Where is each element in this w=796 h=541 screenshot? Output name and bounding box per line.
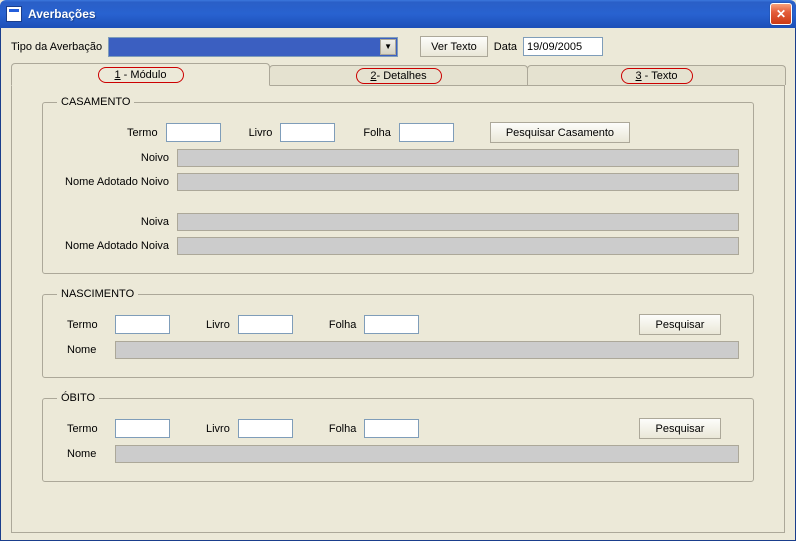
- casamento-termo-input[interactable]: [166, 123, 221, 142]
- termo-label: Termo: [67, 319, 107, 331]
- nascimento-legend: NASCIMENTO: [57, 288, 138, 300]
- nascimento-folha-input[interactable]: [364, 315, 419, 334]
- nascimento-livro-input[interactable]: [238, 315, 293, 334]
- casamento-group: CASAMENTO Termo Livro Folha Pesquisar Ca…: [42, 96, 754, 274]
- termo-label: Termo: [127, 127, 158, 139]
- tab-modulo[interactable]: 1 - Módulo: [11, 63, 270, 86]
- data-label: Data: [494, 41, 517, 53]
- tab-label: 3 - Texto: [636, 70, 678, 82]
- nome-adotado-noiva-field: [177, 237, 739, 255]
- nome-label: Nome: [67, 344, 107, 356]
- livro-label: Livro: [249, 127, 273, 139]
- noiva-label: Noiva: [57, 216, 169, 228]
- tab-panel: CASAMENTO Termo Livro Folha Pesquisar Ca…: [11, 85, 785, 533]
- window-icon: [6, 6, 22, 22]
- tab-label: 2- Detalhes: [370, 70, 426, 82]
- livro-label: Livro: [206, 319, 230, 331]
- tab-detalhes[interactable]: 2- Detalhes: [269, 65, 528, 85]
- folha-label: Folha: [363, 127, 391, 139]
- ver-texto-button[interactable]: Ver Texto: [420, 36, 488, 57]
- obito-nome-field: [115, 445, 739, 463]
- data-input[interactable]: [523, 37, 603, 56]
- nome-label: Nome: [67, 448, 107, 460]
- tab-header: 1 - Módulo 2- Detalhes 3 - Texto: [11, 63, 785, 85]
- nome-adotado-noivo-label: Nome Adotado Noivo: [57, 176, 169, 188]
- nome-adotado-noivo-field: [177, 173, 739, 191]
- casamento-legend: CASAMENTO: [57, 96, 134, 108]
- tab-texto[interactable]: 3 - Texto: [527, 65, 786, 85]
- obito-termo-input[interactable]: [115, 419, 170, 438]
- nascimento-termo-input[interactable]: [115, 315, 170, 334]
- obito-group: ÓBITO Termo Livro Folha Pesquisar Nome: [42, 392, 754, 482]
- folha-label: Folha: [329, 423, 357, 435]
- obito-livro-input[interactable]: [238, 419, 293, 438]
- obito-folha-input[interactable]: [364, 419, 419, 438]
- nascimento-nome-field: [115, 341, 739, 359]
- close-button[interactable]: ✕: [770, 3, 792, 25]
- window-body: Tipo da Averbação ▼ Ver Texto Data 1 - M…: [0, 28, 796, 541]
- tipo-averbacao-label: Tipo da Averbação: [11, 41, 102, 53]
- nome-adotado-noiva-label: Nome Adotado Noiva: [57, 240, 169, 252]
- folha-label: Folha: [329, 319, 357, 331]
- noivo-label: Noivo: [57, 152, 169, 164]
- termo-label: Termo: [67, 423, 107, 435]
- tab-label: 1 - Módulo: [115, 69, 167, 81]
- pesquisar-nascimento-button[interactable]: Pesquisar: [639, 314, 721, 335]
- pesquisar-casamento-button[interactable]: Pesquisar Casamento: [490, 122, 630, 143]
- pesquisar-obito-button[interactable]: Pesquisar: [639, 418, 721, 439]
- nascimento-group: NASCIMENTO Termo Livro Folha Pesquisar N…: [42, 288, 754, 378]
- titlebar: Averbações ✕: [0, 0, 796, 28]
- noiva-field: [177, 213, 739, 231]
- chevron-down-icon[interactable]: ▼: [380, 39, 396, 55]
- casamento-folha-input[interactable]: [399, 123, 454, 142]
- toolbar-row: Tipo da Averbação ▼ Ver Texto Data: [11, 36, 785, 57]
- livro-label: Livro: [206, 423, 230, 435]
- window-title: Averbações: [28, 7, 770, 21]
- tipo-averbacao-combo[interactable]: ▼: [108, 37, 398, 57]
- casamento-livro-input[interactable]: [280, 123, 335, 142]
- noivo-field: [177, 149, 739, 167]
- obito-legend: ÓBITO: [57, 392, 99, 404]
- close-icon: ✕: [776, 7, 786, 21]
